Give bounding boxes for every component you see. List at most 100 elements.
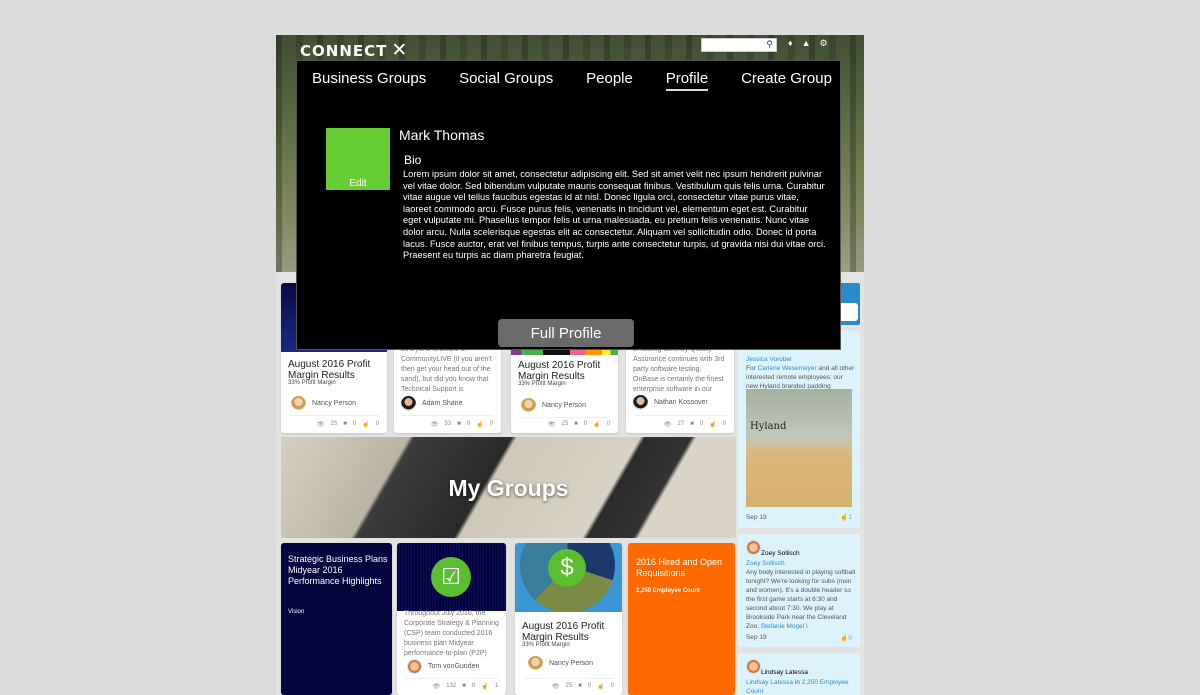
card-author[interactable]: Nathan Kossover (633, 395, 708, 410)
feed-post[interactable]: Jessica Vorobel For Carlene Wesemeyer an… (738, 331, 860, 528)
post-prefix: For (746, 365, 756, 372)
card-author[interactable]: Nancy Person (291, 396, 356, 411)
likes-count: 0 (606, 421, 610, 427)
author-name: Nancy Person (542, 402, 586, 409)
like-icon[interactable]: ☝ (709, 421, 716, 428)
comments-count: 0 (699, 421, 704, 427)
comment-icon: ■ (462, 683, 466, 689)
card-stats: 👁 25 ■ 0 ☝ 0 (552, 683, 614, 690)
card-author[interactable]: Adam Shane (401, 396, 462, 411)
card-midyear-p2p[interactable]: ☑ Throughout July 2016, the Corporate St… (397, 543, 506, 695)
card-title[interactable]: August 2016 Profit Margin Results (522, 621, 617, 643)
edit-photo-button[interactable]: Edit (326, 178, 390, 189)
profile-overlay: Business Groups Social Groups People Pro… (296, 60, 841, 350)
post-mention-link[interactable]: Stefanie Mogel \ (761, 623, 808, 630)
views-icon: 👁 (551, 684, 560, 690)
search-input[interactable]: ⚲ (701, 38, 777, 52)
full-profile-button[interactable]: Full Profile (498, 319, 634, 347)
card-title[interactable]: Strategic Business Plans Midyear 2016 Pe… (288, 554, 388, 587)
likes-count: 0 (722, 421, 726, 427)
card-excerpt: Everyone is aware of CommunityLIVE (if y… (401, 346, 492, 393)
card-subtitle: 33% Profit Margin (518, 381, 566, 387)
feed-post[interactable]: Zoey Sollisch Zoey Sollisch Any body int… (738, 534, 860, 647)
like-icon[interactable]: ☝ (362, 421, 369, 428)
my-groups-title: My Groups (448, 475, 569, 501)
card-profit-margin-3[interactable]: $ August 2016 Profit Margin Results 33% … (515, 543, 622, 695)
author-name: Nancy Person (549, 660, 593, 667)
likes-count: 0 (848, 635, 852, 642)
nav-business-groups[interactable]: Business Groups (312, 70, 426, 91)
avatar (528, 656, 543, 671)
likes-count: 0 (610, 683, 614, 689)
like-icon[interactable]: ☝ (476, 421, 483, 428)
card-image: $ (515, 543, 622, 612)
card-hired-requisitions[interactable]: 2016 Hired and Open Requisitions 2,250 E… (628, 543, 735, 695)
views-icon: 👁 (432, 684, 441, 690)
views-count: 53 (444, 421, 452, 427)
card-subtitle: 33% Profit Margin (522, 642, 570, 648)
nav-social-groups[interactable]: Social Groups (459, 70, 553, 91)
bio-text: Lorem ipsum dolor sit amet, consectetur … (403, 169, 826, 261)
post-mention-link[interactable]: Carlene Wesemeyer (758, 365, 817, 372)
author-name: Adam Shane (422, 400, 463, 407)
card-strategic-plans[interactable]: Strategic Business Plans Midyear 2016 Pe… (281, 543, 392, 695)
post-in-label: in (794, 679, 800, 686)
feed-post[interactable]: Lindsay Latessa Lindsay Latessa in 2,250… (738, 653, 860, 695)
comment-icon: ■ (574, 421, 578, 427)
profile-photo[interactable]: Edit (326, 128, 390, 190)
like-icon[interactable]: ☝ (593, 421, 600, 428)
card-author[interactable]: Nancy Person (521, 398, 586, 413)
nav-create-group[interactable]: Create Group (741, 70, 832, 91)
avatar (746, 540, 761, 555)
card-stats: 👁 27 ■ 0 ☝ 0 (664, 421, 726, 428)
profile-name: Mark Thomas (399, 127, 485, 143)
views-count: 132 (446, 683, 457, 689)
views-count: 27 (677, 421, 685, 427)
nav-profile[interactable]: Profile (665, 70, 709, 91)
card-excerpt: of testing done by Quality Assurance con… (633, 346, 725, 393)
card-stats: 👁 132 ■ 0 ☝ 1 (433, 683, 498, 690)
views-icon: 👁 (316, 422, 325, 428)
comments-count: 0 (587, 683, 592, 689)
avatar (401, 396, 416, 411)
card-title[interactable]: 2016 Hired and Open Requisitions (636, 557, 731, 579)
card-title[interactable]: August 2016 Profit Margin Results (288, 359, 383, 381)
post-author-link[interactable]: Lindsay Latessa (746, 679, 793, 686)
post-header[interactable]: Zoey Sollisch (746, 540, 800, 557)
nav-people[interactable]: People (586, 70, 633, 91)
post-author-link[interactable]: Jessica Vorobel (746, 356, 792, 363)
like-icon[interactable]: ☝ (597, 683, 604, 690)
likes-count: 1 (494, 683, 498, 689)
card-title[interactable]: August 2016 Profit Margin Results (518, 360, 613, 382)
comments-count: 0 (466, 421, 471, 427)
post-likes[interactable]: ☝1 (840, 513, 852, 522)
post-header[interactable]: Lindsay Latessa (746, 659, 808, 676)
card-author[interactable]: Tom vonGunden (407, 659, 479, 674)
likes-count: 0 (489, 421, 493, 427)
post-image[interactable]: Hyland (746, 389, 852, 507)
post-likes[interactable]: ☝0 (840, 634, 852, 643)
logo[interactable]: CONNECT ✕ (300, 39, 408, 61)
search-icon[interactable]: ⚲ (766, 39, 773, 50)
comments-count: 0 (471, 683, 476, 689)
poster-name: Zoey Sollisch (761, 550, 800, 557)
card-author[interactable]: Nancy Person (528, 656, 593, 671)
avatar (521, 398, 536, 413)
poster-name: Lindsay Latessa (761, 669, 808, 676)
gear-icon[interactable]: ⚙ (820, 38, 828, 49)
checkbox-icon: ☑ (431, 557, 471, 597)
views-icon: 👁 (547, 422, 556, 428)
likes-count: 1 (848, 514, 852, 521)
bell-icon[interactable]: ♦ (788, 38, 793, 49)
post-date: Sep 19 (746, 634, 767, 641)
card-image: ☑ (397, 543, 506, 611)
views-icon: 👁 (430, 422, 439, 428)
card-stats: 👁 25 ■ 0 ☝ 0 (548, 421, 610, 428)
page: CONNECT ✕ ⚲ ♦ ▲ ⚙ August 2016 Profit Marg… (276, 35, 864, 695)
views-count: 25 (330, 421, 338, 427)
post-author-link[interactable]: Zoey Sollisch (746, 560, 785, 567)
my-groups-banner[interactable]: My Groups (281, 437, 736, 538)
like-icon[interactable]: ☝ (481, 683, 488, 690)
comment-icon: ■ (343, 421, 347, 427)
user-icon[interactable]: ▲ (802, 38, 811, 49)
